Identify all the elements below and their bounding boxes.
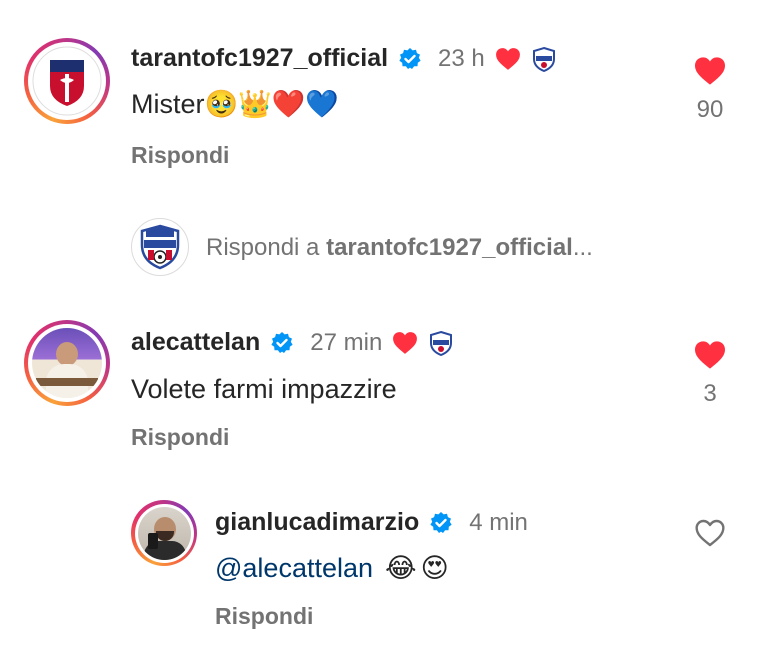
reply-button[interactable]: Rispondi	[131, 424, 229, 451]
comment-time: 27 min	[310, 328, 383, 356]
comment-text: Mister	[131, 88, 205, 119]
creator-liked-heart-icon	[393, 331, 418, 354]
mention-link[interactable]: @alecattelan	[215, 553, 373, 584]
like-heart-icon[interactable]	[693, 56, 727, 86]
composer-prefix: Rispondi a	[206, 234, 327, 261]
creator-avatar-icon	[430, 330, 453, 356]
reply-button[interactable]: Rispondi	[215, 603, 313, 630]
comment-text: Volete farmi impazzire	[131, 374, 397, 404]
blue-heart-emoji: 💙	[305, 89, 339, 119]
crown-emoji: 👑	[238, 89, 272, 119]
composer-ellipsis: ...	[572, 234, 593, 261]
composer-target-username: tarantofc1927_official	[326, 234, 573, 261]
like-count: 90	[696, 96, 724, 123]
heart-eyes-emoji: 😍	[420, 553, 449, 583]
like-count: 3	[703, 380, 717, 407]
verified-badge-icon	[271, 331, 293, 353]
reply-time: 4 min	[469, 508, 528, 536]
like-heart-icon[interactable]	[693, 340, 727, 370]
red-heart-emoji: ❤️	[271, 89, 306, 119]
gianlucadimarzio-photo	[137, 506, 191, 560]
avatar[interactable]	[24, 320, 110, 406]
la-casa-di-c-logo-icon	[140, 224, 180, 270]
creator-liked-heart-icon	[495, 47, 520, 70]
comment-username[interactable]: alecattelan	[131, 328, 260, 357]
reply-username[interactable]: gianlucadimarzio	[215, 508, 419, 537]
creator-avatar-icon	[532, 46, 555, 72]
reply-button[interactable]: Rispondi	[131, 142, 229, 169]
like-heart-outline-icon[interactable]	[694, 518, 726, 548]
verified-badge-icon	[430, 511, 452, 533]
composer-avatar	[131, 218, 189, 276]
comment-username[interactable]: tarantofc1927_official	[131, 44, 388, 73]
comment-time: 23 h	[438, 44, 485, 72]
alecattelan-photo	[32, 328, 102, 398]
taranto-logo-icon	[32, 46, 102, 116]
tears-of-joy-emoji: 😂	[385, 553, 417, 583]
pleading-face-emoji: 🥹	[204, 89, 239, 119]
verified-badge-icon	[399, 47, 421, 69]
avatar[interactable]	[131, 500, 197, 566]
avatar[interactable]	[24, 38, 110, 124]
